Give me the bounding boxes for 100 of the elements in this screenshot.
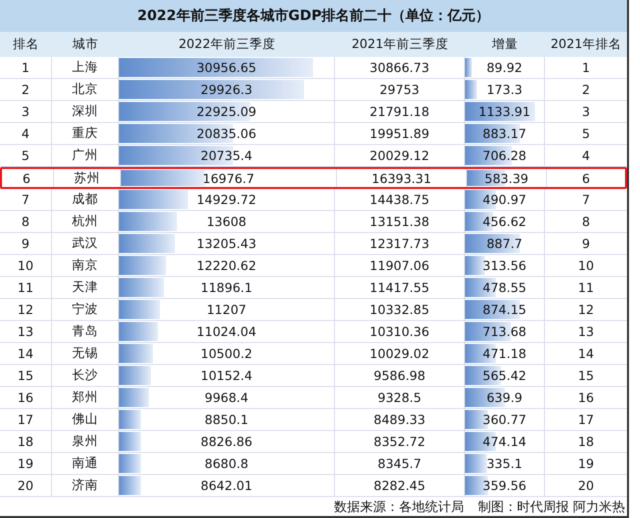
table-cell: 16 (578, 390, 594, 405)
table-cell: 9968.4 (204, 390, 248, 405)
table-cell: 20835.06 (196, 126, 256, 141)
table-cell: 29926.3 (200, 82, 252, 97)
table-cell: 874.15 (482, 302, 526, 317)
table-cell: 13 (578, 324, 594, 339)
table-title: 2022年前三季度各城市GDP排名前二十（单位：亿元） (0, 0, 627, 32)
table-cell: 8282.45 (374, 478, 426, 493)
table-cell: 7 (22, 192, 30, 207)
table-cell: 713.68 (482, 324, 526, 339)
table-cell: 13205.43 (196, 236, 256, 251)
table-cell: 456.62 (482, 214, 526, 229)
table-cell: 20029.12 (370, 148, 430, 163)
table-cell: 8 (582, 214, 590, 229)
table-cell: 10 (578, 258, 594, 273)
table-cell: 8826.86 (200, 434, 252, 449)
column-header: 城市 (72, 35, 100, 53)
table-cell: 490.97 (482, 192, 526, 207)
table-cell: 9328.5 (378, 390, 422, 405)
table-cell: 11 (18, 280, 34, 295)
table-cell: 8680.8 (204, 456, 248, 471)
table-cell: 89.92 (486, 60, 522, 75)
table-cell: 南京 (72, 257, 98, 274)
table-cell: 12220.62 (196, 258, 256, 273)
table-cell: 887.7 (486, 236, 522, 251)
table-cell: 15 (18, 368, 34, 383)
table-cell: 335.1 (486, 456, 522, 471)
table-cell: 青岛 (72, 323, 98, 340)
table-cell: 11907.06 (370, 258, 430, 273)
table-cell: 天津 (72, 279, 98, 296)
table-cell: 9 (22, 236, 30, 251)
table-cell: 22925.09 (196, 104, 256, 119)
table-cell: 883.17 (482, 126, 526, 141)
table-cell: 6 (22, 170, 30, 186)
table-cell: 10029.02 (370, 346, 430, 361)
table-cell: 11024.04 (196, 324, 256, 339)
table-cell: 20 (18, 478, 34, 493)
table-cell: 20735.4 (200, 148, 252, 163)
table-cell: 13 (18, 324, 34, 339)
table-cell: 29753 (380, 82, 420, 97)
column-header: 2022年前三季度 (178, 35, 276, 53)
table-cell: 19 (578, 456, 594, 471)
table-cell: 广州 (72, 147, 98, 164)
table-cell: 2 (22, 82, 30, 97)
table-cell: 8642.01 (200, 478, 252, 493)
table-cell: 上海 (72, 59, 98, 76)
table-cell: 1 (22, 60, 30, 75)
table-cell: 无锡 (72, 345, 98, 362)
table-cell: 8 (22, 214, 30, 229)
column-header: 2021年前三季度 (350, 35, 450, 53)
table-cell: 郑州 (72, 389, 98, 406)
table-cell: 706.28 (482, 148, 526, 163)
table-cell: 12 (578, 302, 594, 317)
table-cell: 济南 (72, 477, 98, 494)
table-cell: 474.14 (482, 434, 526, 449)
table-cell: 1 (582, 60, 590, 75)
table-cell: 苏州 (74, 170, 100, 186)
table-cell: 173.3 (486, 82, 522, 97)
table-cell: 5 (22, 148, 30, 163)
table-cell: 20 (578, 478, 594, 493)
table-cell: 6 (582, 170, 590, 186)
table-cell: 19 (18, 456, 34, 471)
table-cell: 佛山 (72, 411, 98, 428)
table-cell: 359.56 (482, 478, 526, 493)
table-cell: 13608 (206, 214, 246, 229)
table-cell: 17 (578, 412, 594, 427)
table-cell: 9586.98 (374, 368, 426, 383)
table-cell: 30866.73 (370, 60, 430, 75)
credit-note: 制图：时代周报 阿力米热 (478, 498, 625, 516)
table-cell: 17 (18, 412, 34, 427)
table-cell: 583.39 (484, 170, 528, 186)
table-cell: 18 (18, 434, 34, 449)
column-header: 2021年排名 (550, 35, 622, 53)
table-cell: 10500.2 (200, 346, 252, 361)
table-cell: 13151.38 (370, 214, 430, 229)
table-cell: 2 (582, 82, 590, 97)
table-cell: 12317.73 (370, 236, 430, 251)
source-note: 数据来源：各地统计局 (334, 498, 464, 516)
table-cell: 360.77 (482, 412, 526, 427)
table-cell: 8850.1 (204, 412, 248, 427)
table-cell: 8352.72 (374, 434, 426, 449)
table-cell: 成都 (72, 191, 98, 208)
table-cell: 8489.33 (374, 412, 426, 427)
table-cell: 10152.4 (200, 368, 252, 383)
table-cell: 南通 (72, 455, 98, 472)
table-cell: 10 (18, 258, 34, 273)
table-cell: 3 (22, 104, 30, 119)
table-cell: 14438.75 (370, 192, 430, 207)
table-cell: 12 (18, 302, 34, 317)
table-cell: 9 (582, 236, 590, 251)
column-header: 排名 (12, 35, 40, 53)
table-cell: 5 (582, 126, 590, 141)
table-cell: 10332.85 (370, 302, 430, 317)
table-cell: 7 (582, 192, 590, 207)
table-cell: 3 (582, 104, 590, 119)
table-cell: 深圳 (72, 103, 98, 120)
table-cell: 杭州 (72, 213, 98, 230)
table-cell: 313.56 (482, 258, 526, 273)
table-cell: 10310.36 (370, 324, 430, 339)
table-cell: 471.18 (482, 346, 526, 361)
